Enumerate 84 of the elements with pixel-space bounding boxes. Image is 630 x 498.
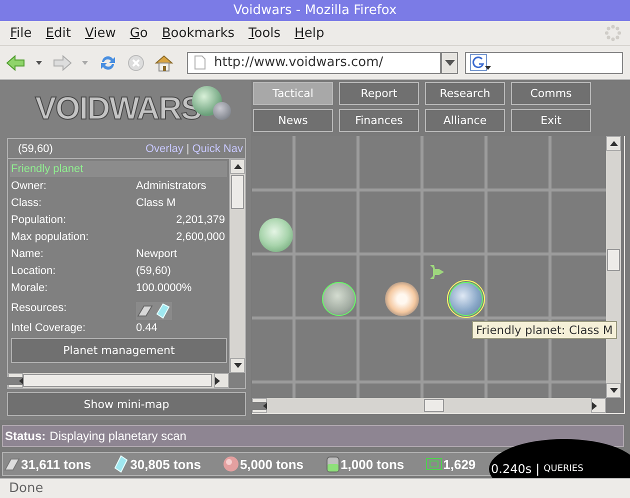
planet-management-button[interactable]: Planet management <box>11 338 227 363</box>
spaceship-icon[interactable] <box>429 264 445 280</box>
address-field[interactable]: http://www.voidwars.com/ <box>187 52 441 74</box>
crystal-icon <box>154 302 172 320</box>
nav-tab[interactable]: News <box>253 109 333 132</box>
ingot-icon <box>4 456 20 472</box>
resource-amount: 31,611 tons <box>21 456 92 472</box>
cash-icon <box>426 458 442 470</box>
scroll-down-button[interactable] <box>606 383 621 398</box>
home-icon[interactable] <box>154 54 174 72</box>
separator-text: | <box>536 462 540 476</box>
link[interactable]: Quick Nav <box>192 142 243 154</box>
scrollbar-thumb[interactable] <box>607 249 620 271</box>
info-label: Morale: <box>11 282 49 294</box>
nav-tab[interactable]: Finances <box>339 109 419 132</box>
info-label: Location: <box>11 264 57 276</box>
dropdown-caret-icon[interactable] <box>35 60 43 66</box>
info-value: (59,60) <box>136 264 172 276</box>
scroll-up-button[interactable] <box>606 136 621 151</box>
window-title: Voidwars - Mozilla Firefox <box>0 0 630 21</box>
tooltip: Friendly planet: Class M <box>472 321 617 339</box>
show-minimap-button[interactable]: Show mini-map <box>7 392 246 416</box>
menu-item[interactable]: Tools <box>242 26 288 40</box>
nav-tab[interactable]: Comms <box>511 82 591 105</box>
resource-amount: 5,000 tons <box>240 456 304 472</box>
scrollbar-thumb[interactable] <box>424 399 444 412</box>
page-icon <box>194 55 206 70</box>
info-label: Owner: <box>11 180 48 192</box>
scroll-left-button[interactable] <box>252 398 267 413</box>
sphere-icon <box>222 456 239 472</box>
planet-icon[interactable] <box>322 282 356 316</box>
menu-item[interactable]: View <box>78 26 123 40</box>
menu-item[interactable]: Help <box>288 26 332 40</box>
info-value: 2,201,379 <box>175 214 226 226</box>
info-value: 100.0000% <box>136 282 193 294</box>
planet-icon[interactable] <box>449 282 483 316</box>
planet-heading: Friendly planet <box>10 161 227 177</box>
forward-icon[interactable] <box>52 54 72 72</box>
resource-amount: 1,000 tons <box>340 456 404 472</box>
back-icon[interactable] <box>6 54 26 72</box>
info-value: Class M <box>136 196 177 208</box>
throbber-icon <box>604 24 622 42</box>
scrollbar-thumb[interactable] <box>231 175 244 209</box>
coordinates-text: (59,60) <box>18 142 53 154</box>
nav-tab[interactable]: Research <box>425 82 505 105</box>
scrollbar-thumb[interactable] <box>23 374 212 387</box>
queries-label: QUERIES <box>544 464 584 474</box>
search-field[interactable] <box>465 52 623 74</box>
info-label: Class: <box>11 196 43 208</box>
nav-tab[interactable]: Exit <box>511 109 591 132</box>
nav-tab[interactable]: Alliance <box>425 109 505 132</box>
info-label: Intel Coverage: <box>11 322 87 334</box>
info-label: Max population: <box>11 230 90 242</box>
info-label: Resources: <box>11 302 68 314</box>
separator-text: | <box>186 142 190 154</box>
query-time: 0.240s <box>491 462 532 476</box>
resource-amount: 30,805 tons <box>130 456 201 472</box>
search-engine-icon[interactable] <box>470 54 492 72</box>
menu-item[interactable]: Bookmarks <box>154 26 242 40</box>
link[interactable]: Overlay <box>145 142 184 154</box>
info-value: Administrators <box>136 180 208 192</box>
scroll-right-button[interactable] <box>214 373 229 388</box>
info-value: 0.44 <box>136 322 158 334</box>
caret-icon <box>444 60 454 66</box>
resource-amount: 1,629 <box>443 456 476 472</box>
ingot-icon <box>136 302 154 320</box>
scroll-up-button[interactable] <box>230 159 245 174</box>
planet-icon[interactable] <box>259 218 293 252</box>
info-value: 2,600,000 <box>175 230 226 242</box>
status-message: Status: Displaying planetary scan <box>2 425 624 447</box>
nav-tab[interactable]: Report <box>339 82 419 105</box>
info-label: Name: <box>11 248 44 260</box>
menu-item[interactable]: File <box>3 26 39 40</box>
crystal-icon <box>113 455 130 473</box>
info-value: Newport <box>136 248 178 260</box>
status-bar-text: Done <box>9 481 44 496</box>
address-dropdown-button[interactable] <box>441 52 458 74</box>
menu-item[interactable]: Go <box>122 26 155 40</box>
scroll-right-button[interactable] <box>591 398 606 413</box>
scroll-left-button[interactable] <box>8 373 23 388</box>
menu-item[interactable]: Edit <box>38 26 78 40</box>
info-label: Population: <box>11 214 68 226</box>
scroll-down-button[interactable] <box>230 358 245 373</box>
canister-icon <box>326 456 340 472</box>
